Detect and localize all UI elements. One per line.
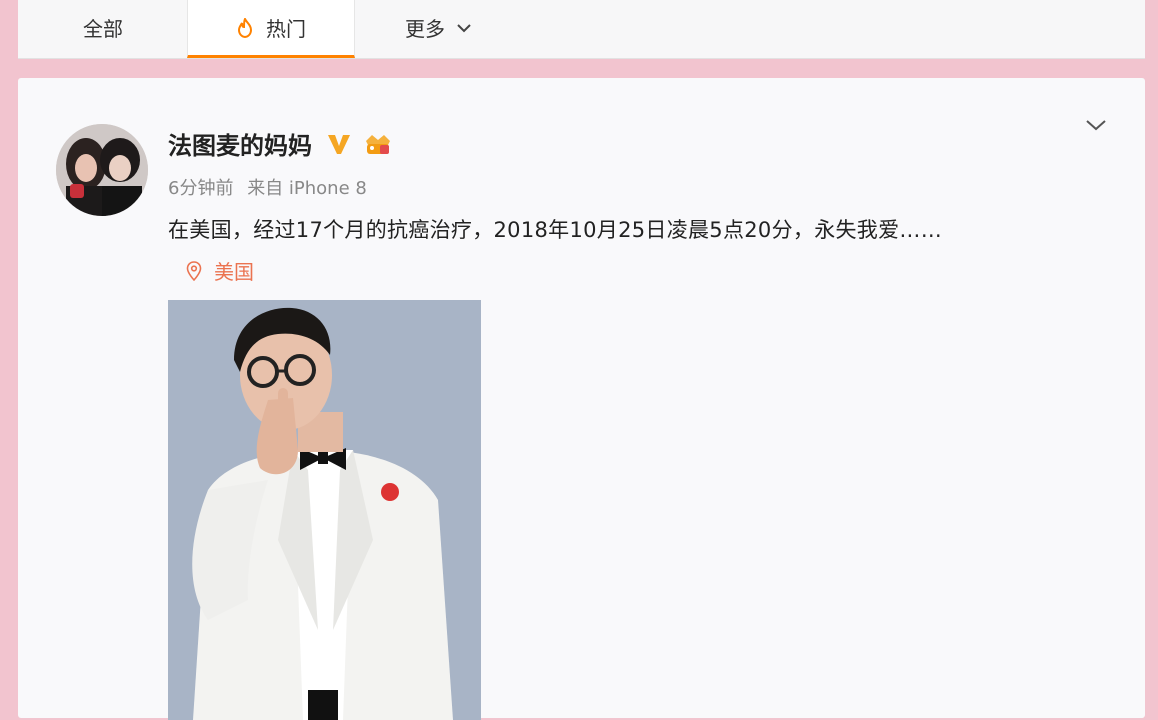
post-time[interactable]: 6分钟前 [168,178,233,199]
tab-all-label: 全部 [83,17,123,41]
tab-bar: 全部 热门 更多 [18,0,1145,59]
chevron-down-icon [457,23,471,33]
post-text: 在美国，经过17个月的抗癌治疗，2018年10月25日凌晨5点20分，永失我爱…… [168,218,942,242]
verified-v-icon [326,132,352,156]
weibo-post-card: 法图麦的妈妈 6分钟前 来自 iPhone 8 在美国，经过17个月的抗癌治疗，… [18,78,1145,720]
post-more-button[interactable] [1082,112,1110,140]
avatar[interactable] [56,124,148,216]
tab-hot-label: 热门 [266,17,306,41]
tab-all[interactable]: 全部 [48,0,158,55]
location-label: 美国 [214,260,254,284]
member-badge-icon [362,131,394,157]
tab-more[interactable]: 更多 [383,0,493,55]
post-meta: 6分钟前 来自 iPhone 8 [168,174,367,200]
post-image[interactable] [168,300,481,720]
tab-more-label: 更多 [405,17,445,41]
flame-icon [236,17,254,38]
username-text: 法图麦的妈妈 [168,132,312,160]
post-location[interactable]: 美国 [186,256,254,285]
location-pin-icon [186,260,202,281]
chevron-down-icon [1085,117,1107,136]
post-source: 来自 iPhone 8 [247,178,367,199]
tab-hot[interactable]: 热门 [187,0,355,58]
post-author[interactable]: 法图麦的妈妈 [168,126,394,161]
